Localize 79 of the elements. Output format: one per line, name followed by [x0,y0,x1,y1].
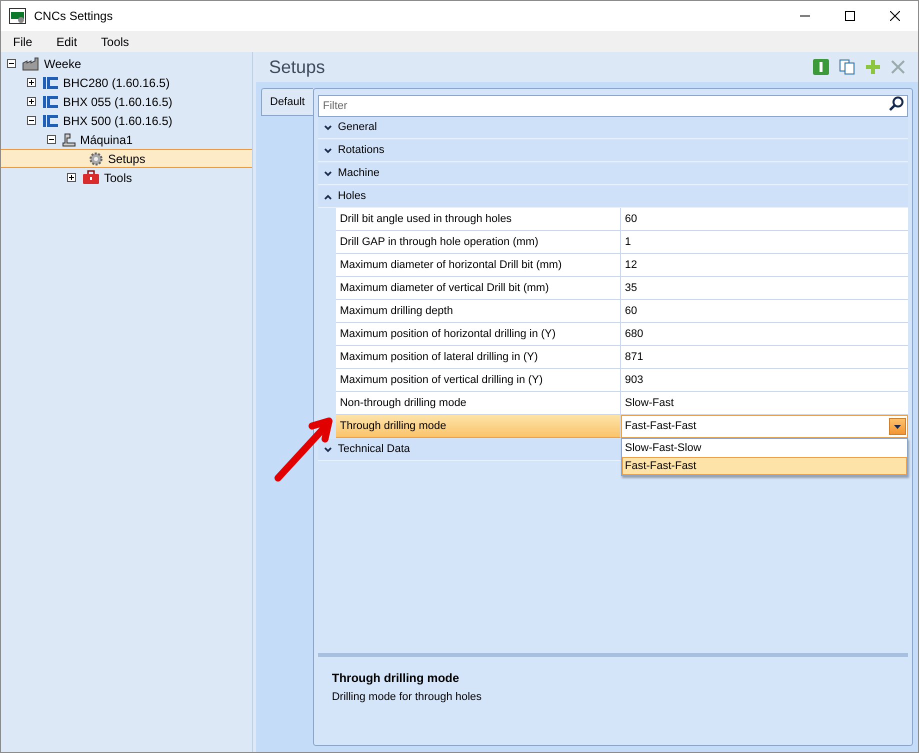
maximize-icon[interactable] [845,11,855,21]
expand-icon[interactable] [27,97,36,106]
property-value[interactable]: 680 [620,323,908,346]
description-title: Through drilling mode [332,670,460,687]
machine-icon [42,76,59,90]
machine-icon [42,114,59,128]
tab[interactable]: Default [261,88,313,116]
category-header[interactable]: Rotations [318,140,908,162]
tree-item-label: Máquina1 [80,132,133,148]
category-label: Rotations [338,143,384,158]
property-value[interactable]: 903 [620,369,908,392]
category-label: Machine [338,166,380,182]
tree-item[interactable]: BHX 055 (1.60.16.5) [1,92,252,111]
menu-item[interactable]: File [1,32,44,50]
tree-item-label: BHC280 (1.60.16.5) [63,74,170,92]
property-value[interactable]: Slow-Fast [620,392,908,415]
machine-icon [62,132,76,146]
property-name[interactable]: Maximum diameter of horizontal Drill bit (mm) [336,254,621,277]
category-header[interactable]: Holes [318,186,908,208]
category-header[interactable]: Machine [318,163,908,185]
property-name[interactable]: Maximum position of horizontal drilling in (Y) [336,323,621,346]
menu-item[interactable]: Edit [44,32,90,50]
collapse-icon[interactable] [47,135,56,144]
category-label: Holes [338,189,366,204]
property-value[interactable]: 35 [620,277,908,300]
tree-item[interactable]: Setups [1,149,252,168]
property-name[interactable]: Through drilling mode [336,415,621,438]
close-icon[interactable] [890,11,900,21]
window-title: CNCs Settings [34,8,113,25]
tree-item[interactable]: Weeke [1,54,252,73]
tree-item-label: Setups [108,150,146,168]
category-label: General [338,120,377,136]
collapse-icon[interactable] [324,194,332,200]
property-value[interactable]: 12 [620,254,908,277]
factory-icon [22,56,40,70]
tree-item-label: Tools [104,170,132,186]
collapse-icon[interactable] [7,59,16,68]
panel-title: Setups [269,56,326,79]
property-value[interactable]: 1 [620,231,908,254]
expand-icon[interactable] [324,446,332,452]
property-name[interactable]: Drill bit angle used in through holes [336,208,621,231]
expand-icon[interactable] [324,170,332,176]
expand-icon[interactable] [324,148,332,154]
category-header[interactable]: General [318,117,908,139]
tree-item[interactable]: Máquina1 [1,130,252,149]
property-name[interactable]: Maximum diameter of vertical Drill bit (mm) [336,277,621,300]
dropdown-arrow-icon [894,424,901,428]
property-name[interactable]: Non-through drilling mode [336,392,621,415]
description-text: Drilling mode for through holes [332,690,483,705]
property-value[interactable]: 60 [620,208,908,231]
property-value[interactable]: 60 [620,300,908,323]
tree-item[interactable]: Tools [1,168,252,187]
app-icon [9,8,26,24]
dropdown-field[interactable]: Fast-Fast-Fast [620,415,908,438]
expand-icon[interactable] [324,124,332,130]
copy-icon[interactable] [839,59,855,75]
info-icon[interactable] [813,59,829,75]
tree-item-label: BHX 500 (1.60.16.5) [63,112,172,130]
menu-item[interactable]: Tools [89,32,142,50]
filter-field[interactable]: Filter [318,95,908,117]
collapse-icon[interactable] [27,116,36,125]
expand-icon[interactable] [67,173,76,182]
tree-item[interactable]: BHX 500 (1.60.16.5) [1,111,252,130]
category-label: Technical Data [338,442,410,458]
property-name[interactable]: Maximum drilling depth [336,300,621,323]
expand-icon[interactable] [27,78,36,87]
search-icon[interactable] [889,96,904,111]
tree-item[interactable]: BHC280 (1.60.16.5) [1,73,252,92]
property-name[interactable]: Maximum position of lateral drilling in (Y) [336,346,621,369]
dropdown-option[interactable]: Slow-Fast-Slow [622,439,907,457]
property-name[interactable]: Maximum position of vertical drilling in (Y) [336,369,621,392]
toolbox-icon [82,170,100,185]
gear-icon [88,150,104,166]
tree-item-label: BHX 055 (1.60.16.5) [63,94,172,110]
tree-item-label: Weeke [44,56,82,72]
dropdown-option[interactable]: Fast-Fast-Fast [622,457,907,475]
property-value[interactable]: 871 [620,346,908,369]
property-name[interactable]: Drill GAP in through hole operation (mm) [336,231,621,254]
machine-icon [42,94,59,108]
